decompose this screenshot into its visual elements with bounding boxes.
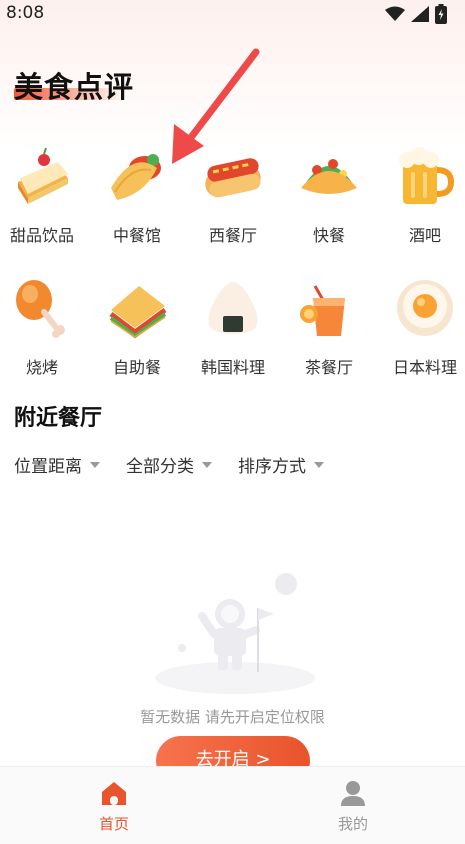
category-bar[interactable]: 酒吧 [377,144,465,246]
category-label: 韩国料理 [200,358,265,377]
caret-down-icon [314,461,324,468]
category-bbq[interactable]: 烧烤 [0,276,90,378]
taco-icon [301,159,357,194]
category-dessert[interactable]: 甜品饮品 [0,144,90,246]
category-fastfood[interactable]: 快餐 [281,144,377,246]
rice-ball-icon [208,282,258,334]
tab-bar: 首页 我的 [0,766,465,844]
nearby-title: 附近餐厅 [14,406,103,431]
battery-icon [435,4,447,24]
tab-home[interactable]: 首页 [54,779,174,834]
wifi-icon [385,6,405,21]
astronaut-illustration [155,573,315,694]
status-icons [385,4,447,24]
category-korean[interactable]: 韩国料理 [185,276,281,378]
page-title: 美食点评 [14,70,135,104]
filter-label: 位置距离 [14,457,82,477]
signal-icon [411,6,429,22]
empty-state-text: 暂无数据 请先开启定位权限 [140,708,325,726]
category-label: 快餐 [312,226,345,245]
category-label: 中餐馆 [112,226,161,245]
filter-category[interactable]: 全部分类 [126,452,212,477]
category-label: 酒吧 [408,226,441,245]
category-japanese[interactable]: 日本料理 [377,276,465,378]
fried-egg-icon [397,280,453,336]
filter-distance[interactable]: 位置距离 [14,452,100,477]
category-label: 茶餐厅 [304,358,353,377]
category-buffet[interactable]: 自助餐 [89,276,185,378]
category-tea-restaurant[interactable]: 茶餐厅 [281,276,377,378]
category-label: 烧烤 [25,358,58,377]
beer-icon [399,147,455,204]
caret-down-icon [202,461,212,468]
tab-label: 我的 [337,815,368,833]
status-bar: 8:08 [0,0,465,26]
user-icon [341,781,365,806]
category-label: 甜品饮品 [9,226,74,245]
hotdog-icon [205,158,261,198]
category-label: 西餐厅 [208,226,257,245]
tab-mine[interactable]: 我的 [293,779,413,834]
filter-bar: 位置距离 全部分类 排序方式 [14,452,324,477]
category-label: 日本料理 [392,358,457,377]
cake-icon [18,147,68,204]
category-chinese[interactable]: 中餐馆 [89,144,185,246]
filter-label: 全部分类 [126,457,194,477]
chicken-leg-icon [16,280,65,338]
category-western[interactable]: 西餐厅 [185,144,281,246]
sandwich-icon [109,286,167,339]
category-label: 自助餐 [112,358,161,377]
home-icon [102,782,126,805]
filter-label: 排序方式 [238,457,306,477]
page-title-wrap: 美食点评 [14,64,134,106]
tab-label: 首页 [98,815,129,833]
status-time: 8:08 [6,3,45,23]
caret-down-icon [90,461,100,468]
juice-icon [300,285,345,336]
filter-sort[interactable]: 排序方式 [238,452,324,477]
taco-wrap-icon [111,154,161,200]
